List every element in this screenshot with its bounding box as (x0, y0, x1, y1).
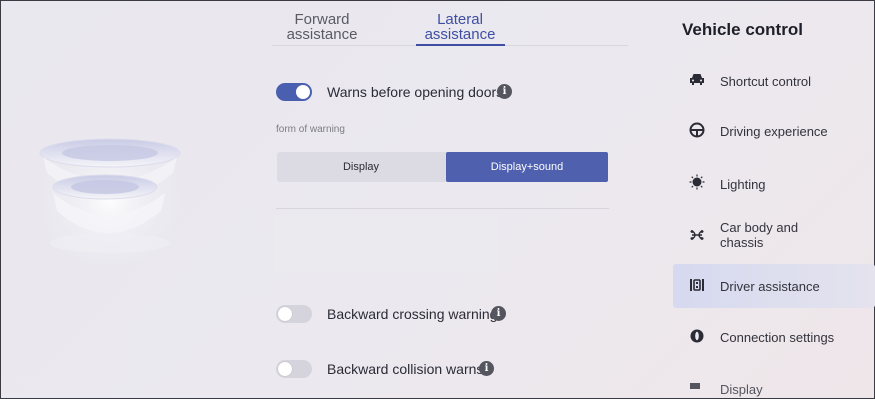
tab-lateral-line1: Lateral (437, 11, 483, 28)
driver-assistance-icon (688, 277, 706, 295)
toggle-knob (278, 307, 292, 321)
nav-label-car-body-line2: chassis (720, 235, 764, 250)
nav-item-shortcut-control[interactable]: Shortcut control (673, 66, 875, 96)
backward-crossing-toggle[interactable] (276, 305, 312, 323)
light-bulb-icon (688, 174, 706, 192)
steering-wheel-icon (688, 122, 706, 140)
section-divider (276, 208, 609, 209)
info-icon[interactable]: i (497, 84, 512, 99)
option-display[interactable]: Display (277, 152, 445, 182)
tab-forward-assistance[interactable]: Forward assistance (272, 12, 372, 42)
nav-item-lighting[interactable]: Lighting (673, 168, 875, 198)
nav-item-driving-experience[interactable]: Driving experience (673, 116, 875, 146)
blank-panel (274, 215, 498, 273)
toggle-knob (296, 85, 310, 99)
nav-label-driving-experience: Driving experience (720, 124, 828, 139)
nav-label-car-body-line1: Car body and (720, 220, 799, 235)
tab-forward-line1: Forward (294, 11, 350, 28)
toggle-knob (278, 362, 292, 376)
form-of-warning-label: form of warning (276, 124, 345, 135)
tab-forward-line2: assistance (286, 26, 358, 43)
car-icon (688, 72, 706, 90)
backward-collision-label: Backward collision warns (327, 361, 484, 377)
door-warning-toggle[interactable] (276, 83, 312, 101)
info-icon[interactable]: i (491, 306, 506, 321)
nav-label-display[interactable]: Display (720, 382, 763, 397)
nav-label-lighting: Lighting (720, 177, 766, 192)
tab-lateral-assistance[interactable]: Lateral assistance (410, 12, 510, 42)
warning-form-selector: Display Display+sound (277, 152, 608, 182)
backward-crossing-label: Backward crossing warning (327, 306, 498, 322)
chassis-icon (688, 227, 706, 245)
assistance-illustration (25, 115, 195, 285)
nav-item-driver-assistance[interactable]: Driver assistance (673, 264, 875, 308)
info-icon[interactable]: i (479, 361, 494, 376)
nav-item-connection-settings[interactable]: Connection settings (673, 322, 875, 352)
nav-title: Vehicle control (682, 20, 803, 39)
connection-icon (688, 328, 706, 346)
nav-label-car-body-chassis: Car body and chassis (720, 220, 830, 250)
nav-label-driver-assistance: Driver assistance (720, 279, 820, 294)
backward-collision-toggle[interactable] (276, 360, 312, 378)
option-display-sound[interactable]: Display+sound (446, 152, 608, 182)
nav-item-car-body-chassis[interactable]: Car body and chassis (673, 216, 875, 256)
door-warning-label: Warns before opening doors (327, 84, 504, 100)
display-icon (690, 383, 700, 389)
tab-lateral-line2: assistance (424, 26, 496, 43)
nav-label-shortcut-control: Shortcut control (720, 74, 812, 89)
nav-label-connection-settings: Connection settings (720, 330, 835, 345)
tab-active-indicator (416, 44, 505, 46)
